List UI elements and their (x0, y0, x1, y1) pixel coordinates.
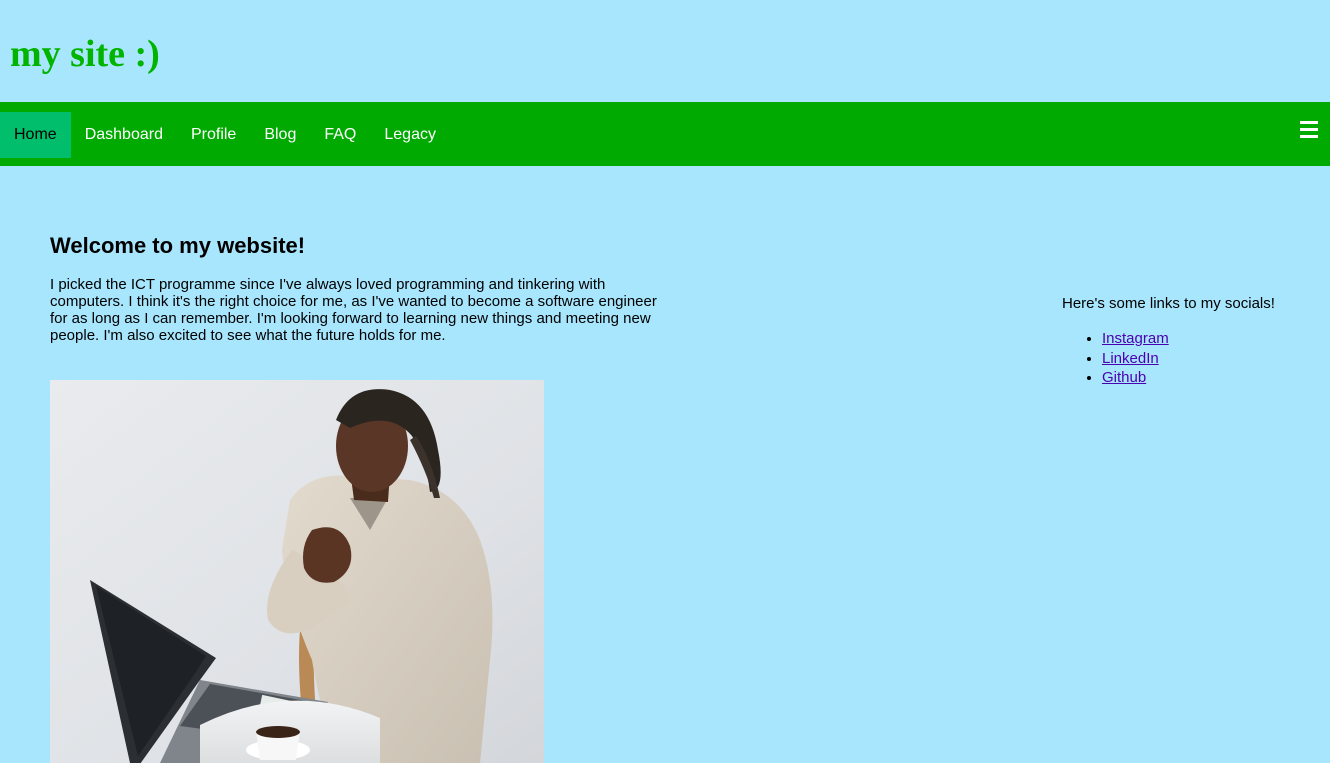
nav-item-blog[interactable]: Blog (250, 112, 310, 158)
nav-items: Home Dashboard Profile Blog FAQ Legacy (0, 112, 450, 158)
hero-photo (50, 380, 544, 763)
list-item: LinkedIn (1102, 349, 1322, 369)
linkedin-link[interactable]: LinkedIn (1102, 350, 1159, 367)
intro-paragraph: I picked the ICT programme since I've al… (50, 276, 657, 344)
nav-item-home[interactable]: Home (0, 112, 71, 158)
site-title: my site :) (10, 33, 160, 75)
nav-item-faq[interactable]: FAQ (310, 112, 370, 158)
instagram-link[interactable]: Instagram (1102, 330, 1169, 347)
page: my site :) Home Dashboard Profile Blog F… (0, 0, 1330, 763)
socials-sidebar: Here's some links to my socials! Instagr… (1062, 294, 1322, 388)
main-content: Welcome to my website! I picked the ICT … (50, 228, 670, 344)
socials-list: Instagram LinkedIn Github (1062, 329, 1322, 388)
welcome-heading: Welcome to my website! (50, 233, 306, 258)
list-item: Github (1102, 368, 1322, 388)
main-navbar: Home Dashboard Profile Blog FAQ Legacy (0, 102, 1330, 166)
site-header: my site :) (0, 0, 1330, 102)
nav-item-legacy[interactable]: Legacy (370, 112, 450, 158)
socials-intro-text: Here's some links to my socials! (1062, 295, 1275, 312)
hamburger-menu-icon[interactable] (1300, 121, 1318, 139)
nav-item-profile[interactable]: Profile (177, 112, 250, 158)
list-item: Instagram (1102, 329, 1322, 349)
nav-item-dashboard[interactable]: Dashboard (71, 112, 177, 158)
github-link[interactable]: Github (1102, 369, 1146, 386)
